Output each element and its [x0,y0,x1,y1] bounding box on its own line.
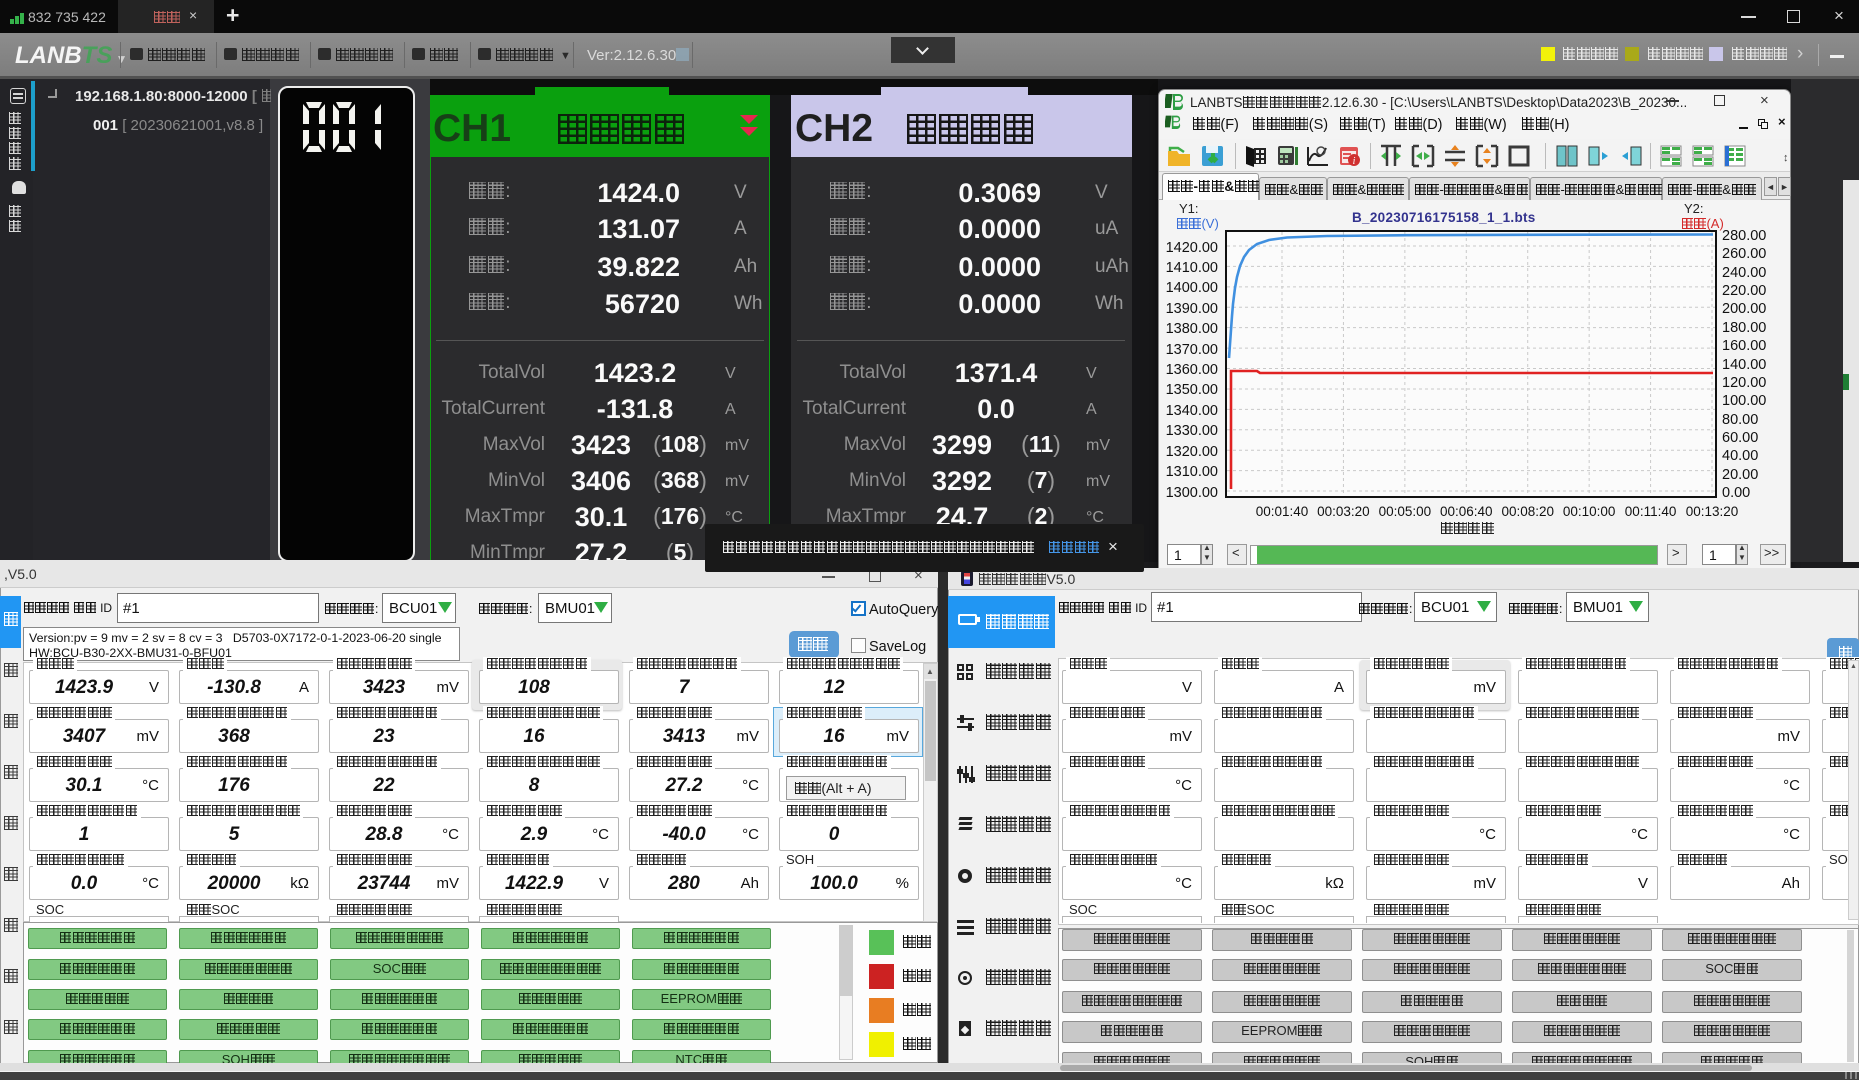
svg-text:i: i [1353,156,1356,167]
